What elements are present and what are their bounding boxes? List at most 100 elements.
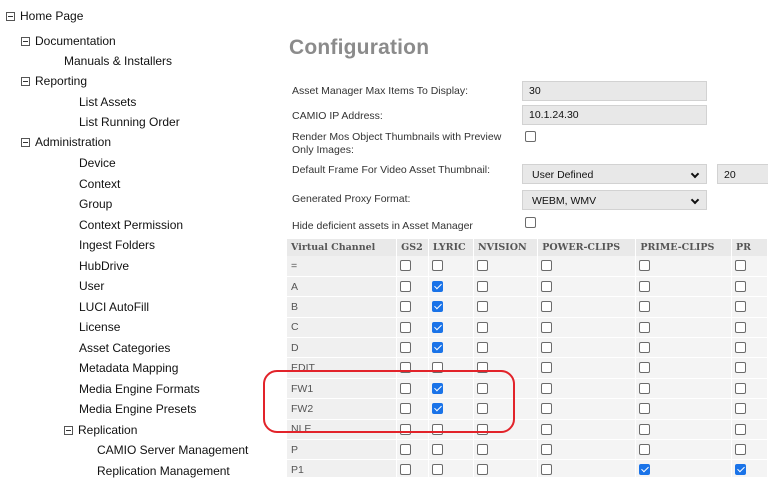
tree-item-media-engine-presets[interactable]: Media Engine Presets (79, 401, 196, 417)
channel-checkbox[interactable] (400, 301, 412, 313)
channel-checkbox[interactable] (541, 403, 553, 415)
proxy-format-select[interactable]: WEBM, WMV (522, 190, 707, 210)
channel-checkbox[interactable] (735, 342, 747, 354)
channel-checkbox[interactable] (431, 260, 443, 272)
channel-checkbox[interactable] (476, 321, 488, 333)
channel-checkbox[interactable] (400, 260, 412, 272)
channel-checkbox[interactable] (541, 342, 553, 354)
grid-cell (473, 276, 539, 298)
tree-node-replication[interactable]: Replication (64, 422, 137, 438)
channel-checkbox[interactable] (476, 280, 488, 292)
channel-checkbox[interactable] (431, 321, 443, 333)
channel-checkbox[interactable] (541, 382, 553, 394)
channel-checkbox[interactable] (476, 464, 488, 476)
tree-item-camio-server-management[interactable]: CAMIO Server Management (97, 442, 248, 458)
tree-item-context[interactable]: Context (79, 176, 120, 192)
channel-checkbox[interactable] (541, 260, 553, 272)
channel-checkbox[interactable] (735, 321, 747, 333)
collapse-icon[interactable] (21, 138, 30, 147)
tree-item-device[interactable]: Device (79, 155, 116, 171)
render-mos-checkbox[interactable] (525, 131, 536, 142)
channel-checkbox[interactable] (541, 301, 553, 313)
channel-checkbox[interactable] (476, 260, 488, 272)
tree-item-context-permission[interactable]: Context Permission (79, 217, 183, 233)
channel-checkbox[interactable] (639, 382, 651, 394)
channel-checkbox[interactable] (476, 342, 488, 354)
channel-checkbox[interactable] (639, 280, 651, 292)
collapse-icon[interactable] (21, 77, 30, 86)
channel-checkbox[interactable] (735, 423, 747, 435)
max-items-input[interactable]: 30 (522, 81, 707, 101)
channel-checkbox[interactable] (639, 443, 651, 455)
tree-item-media-engine-formats[interactable]: Media Engine Formats (79, 381, 200, 397)
select-value: User Defined (532, 169, 594, 181)
tree-item-list-running-order[interactable]: List Running Order (79, 114, 180, 130)
channel-checkbox[interactable] (476, 301, 488, 313)
tree-label: Home Page (20, 9, 84, 23)
tree-item-ingest-folders[interactable]: Ingest Folders (79, 237, 155, 253)
grid-cell (731, 256, 768, 277)
tree-item-asset-categories[interactable]: Asset Categories (79, 340, 170, 356)
hide-deficient-checkbox[interactable] (525, 217, 536, 228)
frame-number-input[interactable]: 20 (717, 164, 768, 184)
tree-item-group[interactable]: Group (79, 196, 112, 212)
camio-ip-label: CAMIO IP Address: (292, 110, 383, 122)
channel-checkbox[interactable] (400, 443, 412, 455)
tree-item-luci-autofill[interactable]: LUCI AutoFill (79, 299, 149, 315)
tree-item-list-assets[interactable]: List Assets (79, 94, 136, 110)
channel-checkbox[interactable] (476, 443, 488, 455)
channel-checkbox[interactable] (541, 280, 553, 292)
tree-item-license[interactable]: License (79, 319, 120, 335)
channel-checkbox[interactable] (541, 423, 553, 435)
channel-checkbox[interactable] (735, 260, 747, 272)
tree-item-user[interactable]: User (79, 278, 104, 294)
tree-label: Administration (35, 135, 112, 149)
grid-cell (473, 317, 539, 339)
channel-checkbox[interactable] (735, 382, 747, 394)
channel-checkbox[interactable] (639, 321, 651, 333)
grid-cell (473, 337, 539, 359)
channel-checkbox[interactable] (639, 301, 651, 313)
channel-checkbox[interactable] (431, 342, 443, 354)
channel-checkbox[interactable] (400, 464, 412, 476)
channel-checkbox[interactable] (735, 301, 747, 313)
camio-ip-input[interactable]: 10.1.24.30 (522, 105, 707, 125)
tree-node-administration[interactable]: Administration (21, 134, 111, 150)
grid-cell (537, 337, 637, 359)
channel-checkbox[interactable] (541, 443, 553, 455)
channel-checkbox[interactable] (431, 301, 443, 313)
channel-checkbox[interactable] (639, 362, 651, 374)
tree-node-reporting[interactable]: Reporting (21, 73, 87, 89)
channel-checkbox[interactable] (541, 321, 553, 333)
default-frame-select[interactable]: User Defined (522, 164, 707, 184)
hide-deficient-label: Hide deficient assets in Asset Manager (292, 220, 473, 232)
channel-checkbox[interactable] (735, 280, 747, 292)
channel-checkbox[interactable] (735, 464, 747, 476)
tree-item-hubdrive[interactable]: HubDrive (79, 258, 129, 274)
channel-checkbox[interactable] (541, 464, 553, 476)
tree-item-manuals[interactable]: Manuals & Installers (64, 53, 172, 69)
channel-checkbox[interactable] (639, 403, 651, 415)
channel-checkbox[interactable] (639, 342, 651, 354)
channel-checkbox[interactable] (735, 443, 747, 455)
grid-body: = A B C D EDIT FW1 FW2 NLE P P1 (287, 256, 768, 477)
channel-checkbox[interactable] (639, 423, 651, 435)
channel-checkbox[interactable] (735, 403, 747, 415)
channel-checkbox[interactable] (735, 362, 747, 374)
tree-node-documentation[interactable]: Documentation (21, 33, 116, 49)
collapse-icon[interactable] (6, 12, 15, 21)
collapse-icon[interactable] (64, 426, 73, 435)
channel-checkbox[interactable] (431, 464, 443, 476)
channel-checkbox[interactable] (431, 280, 443, 292)
channel-checkbox[interactable] (400, 342, 412, 354)
tree-node-home[interactable]: Home Page (6, 8, 83, 24)
channel-checkbox[interactable] (400, 280, 412, 292)
channel-checkbox[interactable] (639, 260, 651, 272)
channel-checkbox[interactable] (431, 443, 443, 455)
channel-checkbox[interactable] (639, 464, 651, 476)
channel-checkbox[interactable] (541, 362, 553, 374)
tree-item-metadata-mapping[interactable]: Metadata Mapping (79, 360, 178, 376)
collapse-icon[interactable] (21, 37, 30, 46)
channel-checkbox[interactable] (400, 321, 412, 333)
table-row: P (287, 439, 768, 461)
